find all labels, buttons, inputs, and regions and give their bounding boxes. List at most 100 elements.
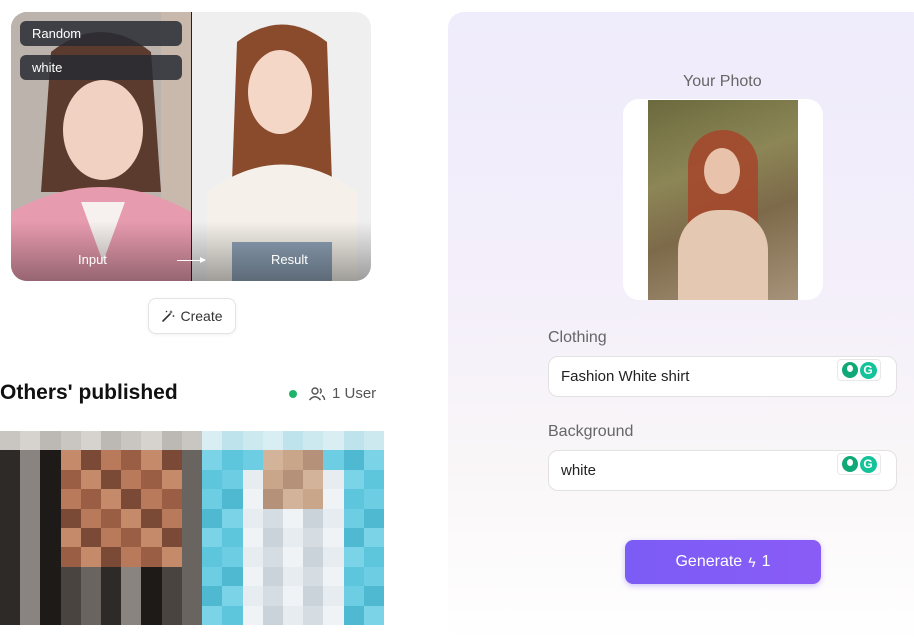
mosaic-cell <box>80 566 102 587</box>
mosaic-cell <box>323 527 344 548</box>
mosaic-cell <box>101 508 122 528</box>
mosaic-cell <box>181 431 203 451</box>
grammarly-icon[interactable]: G <box>859 361 877 379</box>
lightning-icon: ϟ <box>748 554 756 570</box>
mosaic-cell <box>161 527 182 548</box>
mosaic-cell <box>262 489 283 509</box>
mosaic-cell <box>363 527 384 548</box>
mosaic-cell <box>202 489 223 509</box>
mosaic-cell <box>40 450 61 470</box>
mosaic-cell <box>181 489 203 509</box>
mosaic-cell <box>181 527 203 548</box>
grammarly-icon[interactable]: G <box>859 455 877 473</box>
mosaic-cell <box>242 586 263 606</box>
mosaic-cell <box>262 605 283 625</box>
mosaic-cell <box>161 431 182 451</box>
published-thumbnail-pixelated[interactable] <box>0 431 384 625</box>
mosaic-cell <box>222 547 243 567</box>
mosaic-cell <box>181 450 203 470</box>
mosaic-cell <box>101 431 122 451</box>
online-status-dot <box>289 390 297 398</box>
mosaic-cell <box>80 586 102 606</box>
mosaic-cell <box>262 547 283 567</box>
mosaic-cell <box>40 605 61 625</box>
lightbulb-icon[interactable] <box>841 362 858 378</box>
mosaic-cell <box>363 586 384 606</box>
lightbulb-icon[interactable] <box>841 456 858 472</box>
mosaic-cell <box>303 469 324 490</box>
mosaic-cell <box>222 508 243 528</box>
generate-cost: 1 <box>761 553 771 570</box>
mosaic-cell <box>282 431 304 451</box>
mosaic-cell <box>40 508 61 528</box>
mosaic-cell <box>242 431 263 451</box>
generate-button[interactable]: Generate ϟ 1 <box>625 540 821 584</box>
uploaded-photo[interactable] <box>648 100 798 300</box>
mosaic-cell <box>363 508 384 528</box>
mosaic-cell <box>282 605 304 625</box>
background-tag: white <box>20 55 182 80</box>
mosaic-cell <box>323 547 344 567</box>
mosaic-cell <box>161 508 182 528</box>
mosaic-cell <box>40 489 61 509</box>
mosaic-cell <box>40 431 61 451</box>
mosaic-cell <box>121 508 142 528</box>
mosaic-cell <box>80 450 102 470</box>
mosaic-cell <box>262 469 283 490</box>
clothing-assist-icons: G <box>837 359 881 381</box>
others-published-heading: Others' published <box>0 381 178 404</box>
mosaic-cell <box>101 469 122 490</box>
mosaic-cell <box>60 566 81 587</box>
mosaic-cell <box>20 605 41 625</box>
photo-body <box>678 210 768 300</box>
mosaic-cell <box>323 450 344 470</box>
mosaic-cell <box>343 431 364 451</box>
mosaic-cell <box>323 431 344 451</box>
mosaic-cell <box>343 547 364 567</box>
mosaic-cell <box>40 527 61 548</box>
mosaic-cell <box>303 431 324 451</box>
mosaic-cell <box>60 469 81 490</box>
mosaic-cell <box>181 469 203 490</box>
create-button[interactable]: Create <box>148 298 236 334</box>
mosaic-cell <box>60 450 81 470</box>
mosaic-cell <box>323 469 344 490</box>
mosaic-cell <box>161 605 182 625</box>
mosaic-cell <box>282 450 304 470</box>
result-caption: Result <box>271 252 308 267</box>
mosaic-cell <box>141 566 162 587</box>
your-photo-label: Your Photo <box>683 73 762 90</box>
mosaic-cell <box>242 547 263 567</box>
mosaic-cell <box>262 450 283 470</box>
mosaic-cell <box>343 469 364 490</box>
mosaic-cell <box>80 469 102 490</box>
background-label: Background <box>548 423 634 440</box>
mosaic-cell <box>181 566 203 587</box>
mosaic-cell <box>343 489 364 509</box>
mosaic-cell <box>0 431 21 451</box>
generate-label: Generate <box>675 553 743 570</box>
mosaic-cell <box>121 566 142 587</box>
mosaic-cell <box>202 508 223 528</box>
mosaic-cell <box>141 450 162 470</box>
input-caption: Input <box>78 252 107 267</box>
mosaic-cell <box>101 527 122 548</box>
mosaic-cell <box>222 469 243 490</box>
mosaic-cell <box>121 605 142 625</box>
mosaic-cell <box>303 508 324 528</box>
mosaic-cell <box>363 431 384 451</box>
mosaic-cell <box>323 605 344 625</box>
mosaic-cell <box>141 489 162 509</box>
mosaic-cell <box>202 527 223 548</box>
mosaic-cell <box>161 547 182 567</box>
mosaic-cell <box>60 489 81 509</box>
mosaic-cell <box>0 489 21 509</box>
mosaic-cell <box>60 527 81 548</box>
mosaic-cell <box>101 547 122 567</box>
magic-wand-icon <box>162 310 175 322</box>
mosaic-cell <box>80 431 102 451</box>
mosaic-cell <box>20 566 41 587</box>
mosaic-cell <box>101 605 122 625</box>
mosaic-cell <box>80 489 102 509</box>
mosaic-cell <box>363 605 384 625</box>
